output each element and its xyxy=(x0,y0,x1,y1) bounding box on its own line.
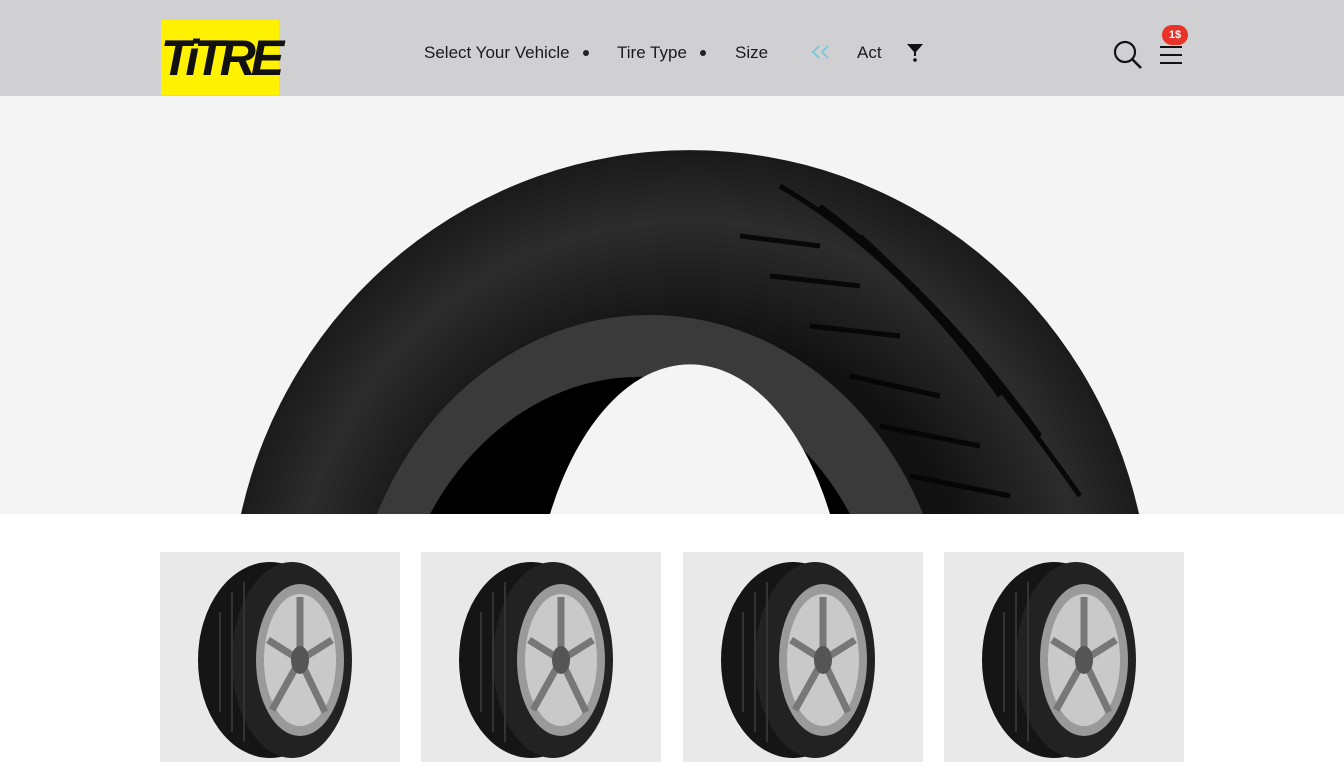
hero-banner xyxy=(0,96,1344,514)
header: TiTRE Select Your Vehicle Tire Type Size… xyxy=(0,0,1344,96)
tire-wheel-image xyxy=(198,562,352,758)
nav-act[interactable]: Act xyxy=(857,42,882,64)
product-card[interactable] xyxy=(944,552,1184,762)
nav-size[interactable]: Size xyxy=(735,42,768,64)
tire-wheel-image xyxy=(459,562,613,758)
tire-wheel-image xyxy=(982,562,1136,758)
tire-wheel-image xyxy=(721,562,875,758)
nav-tire-type[interactable]: Tire Type xyxy=(617,42,687,64)
nav-separator xyxy=(700,50,706,56)
nav-select-vehicle[interactable]: Select Your Vehicle xyxy=(424,42,570,64)
product-card[interactable] xyxy=(683,552,923,762)
cart-badge: 1$ xyxy=(1162,25,1188,45)
product-card[interactable] xyxy=(160,552,400,762)
hero-tire-image xyxy=(241,150,1139,514)
logo[interactable]: TiTRE xyxy=(160,20,285,95)
nav-separator xyxy=(583,50,589,56)
logo-text: TiTRE xyxy=(160,29,285,86)
search-icon[interactable] xyxy=(1112,39,1144,71)
menu-icon[interactable] xyxy=(1159,44,1183,66)
product-card[interactable] xyxy=(421,552,661,762)
filter-icon[interactable] xyxy=(906,43,924,63)
chevrons-left-icon[interactable] xyxy=(810,44,832,60)
